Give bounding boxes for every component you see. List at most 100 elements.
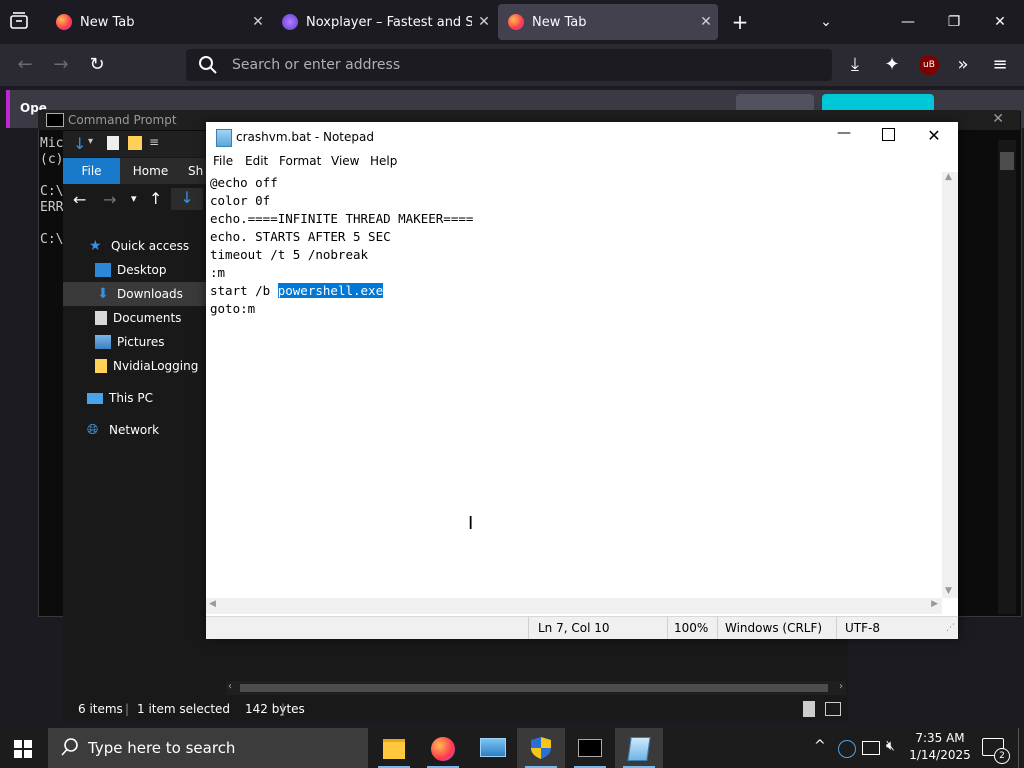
clock[interactable]: 7:35 AM 1/14/2025 [905,730,975,764]
cmd-scrollbar[interactable] [998,140,1016,614]
reload-icon[interactable]: ↻ [82,50,112,80]
search-icon [60,737,80,757]
ublock-icon[interactable]: uB [919,55,939,75]
recent-locations-icon[interactable]: ▾ [131,192,137,205]
nav-downloads[interactable]: ⬇ Downloads [63,282,206,306]
close-tab-icon[interactable]: ✕ [472,14,496,30]
up-icon[interactable]: ↑ [149,189,162,208]
taskbar-file-explorer[interactable] [370,728,418,768]
cmd-line: C:\ [40,184,64,199]
status-divider [667,617,668,639]
taskbar-firefox[interactable] [419,728,467,768]
text-line: start /b [210,283,278,298]
tab-title: New Tab [532,14,587,30]
nav-quick-access[interactable]: ★ Quick access [63,234,206,258]
nav-documents[interactable]: Documents [63,306,206,330]
forward-icon[interactable]: → [46,50,76,80]
nox-tray-icon[interactable] [838,740,856,758]
show-hidden-icons-icon[interactable]: ^ [814,738,826,754]
close-icon[interactable]: ✕ [924,126,944,145]
notepad-title: crashvm.bat - Notepad [236,130,374,144]
menu-format[interactable]: Format [279,154,321,168]
close-tab-icon[interactable]: ✕ [246,14,270,30]
close-tab-icon[interactable]: ✕ [694,14,718,30]
status-divider [528,617,529,639]
show-desktop-button[interactable] [1018,728,1024,768]
scroll-right-icon[interactable]: › [839,681,843,692]
browser-tab-active[interactable]: New Tab ✕ [498,4,718,40]
chevron-down-icon[interactable]: ▾ [88,136,93,147]
tab-share[interactable]: Sh [188,158,208,184]
network-icon[interactable] [862,741,880,755]
scroll-down-icon[interactable]: ▼ [945,586,952,596]
download-arrow-icon[interactable]: ↓ [73,134,86,153]
cmd-line [40,216,63,232]
close-icon[interactable]: ✕ [980,8,1020,36]
cursor-position: Ln 7, Col 10 [538,621,610,635]
nav-label: Desktop [117,263,167,277]
new-tab-icon[interactable]: + [720,8,760,36]
back-icon[interactable]: ← [73,190,86,209]
customize-toolbar-icon[interactable]: ≡ [149,135,159,149]
address-downloads-icon[interactable]: ↓ [171,188,203,210]
new-folder-icon[interactable] [128,136,142,150]
minimize-icon[interactable]: — [888,8,928,36]
tab-file[interactable]: File [63,158,120,184]
explorer-status-bar: 6 items | 1 item selected 142 bytes | [63,698,848,720]
maximize-icon[interactable]: ❐ [934,8,974,36]
chevron-down-icon[interactable]: ⌄ [806,8,846,36]
cmd-scroll-thumb[interactable] [1000,152,1014,170]
more-tools-icon[interactable]: » [948,50,978,80]
scroll-left-icon[interactable]: ◀ [209,599,216,609]
text-line: timeout /t 5 /nobreak [210,247,369,262]
nav-nvidialogging[interactable]: NvidiaLogging [63,354,206,378]
back-icon[interactable]: ← [10,50,40,80]
browser-tab[interactable]: Noxplayer – Fastest and Smoot ✕ [272,4,496,40]
windows-start-icon[interactable] [14,740,32,758]
menu-file[interactable]: File [213,154,233,168]
taskbar-search-box[interactable]: Type here to search [48,728,368,768]
taskbar-remote-desktop[interactable] [468,728,516,768]
browser-tab[interactable]: New Tab ✕ [46,4,270,40]
nav-pictures[interactable]: Pictures [63,330,206,354]
notepad-text-area[interactable]: @echo off color 0f echo.====INFINITE THREA… [210,174,940,594]
forward-icon[interactable]: → [103,190,116,209]
taskbar-command-prompt[interactable] [566,728,614,768]
cmd-close-icon[interactable]: ✕ [992,111,1004,127]
zoom-level: 100% [674,621,709,635]
scroll-left-icon[interactable]: ‹ [228,681,232,692]
extensions-icon[interactable]: ✦ [877,50,907,80]
nav-network[interactable]: 🌐︎ Network [63,418,206,442]
volume-muted-icon[interactable]: 🔇︎ [886,738,895,754]
scroll-up-icon[interactable]: ▲ [945,172,952,182]
nav-label: Network [109,423,160,437]
tab-home[interactable]: Home [128,158,173,184]
line-ending: Windows (CRLF) [725,621,823,635]
address-bar[interactable]: Search or enter address [186,49,832,81]
large-icons-view-icon[interactable] [825,702,841,716]
nav-label: Downloads [117,287,183,301]
taskbar-uac-shield[interactable] [517,728,565,768]
maximize-icon[interactable] [882,128,895,141]
menu-view[interactable]: View [331,154,359,168]
details-view-icon[interactable] [803,701,815,717]
cmd-line: ERR [40,200,64,215]
resize-grip-icon[interactable]: ⋰ [946,623,955,633]
address-placeholder: Search or enter address [232,57,401,73]
remote-desktop-icon [480,738,506,757]
scroll-right-icon[interactable]: ▶ [931,599,938,609]
notepad-horizontal-scrollbar[interactable]: ◀ ▶ [206,598,942,614]
menu-edit[interactable]: Edit [245,154,268,168]
text-line: goto:m [210,301,256,316]
explorer-scroll-thumb[interactable] [240,684,828,692]
minimize-icon[interactable]: — [828,125,860,141]
nav-this-pc[interactable]: This PC [63,386,206,410]
notepad-vertical-scrollbar[interactable]: ▲ ▼ [942,172,958,598]
properties-icon[interactable] [107,136,119,150]
menu-icon[interactable]: ≡ [985,50,1015,80]
nav-desktop[interactable]: Desktop [63,258,206,282]
menu-help[interactable]: Help [370,154,397,168]
downloads-icon[interactable]: ⤓ [840,50,870,80]
taskbar-notepad[interactable] [615,728,663,768]
all-tabs-icon[interactable] [8,10,30,32]
